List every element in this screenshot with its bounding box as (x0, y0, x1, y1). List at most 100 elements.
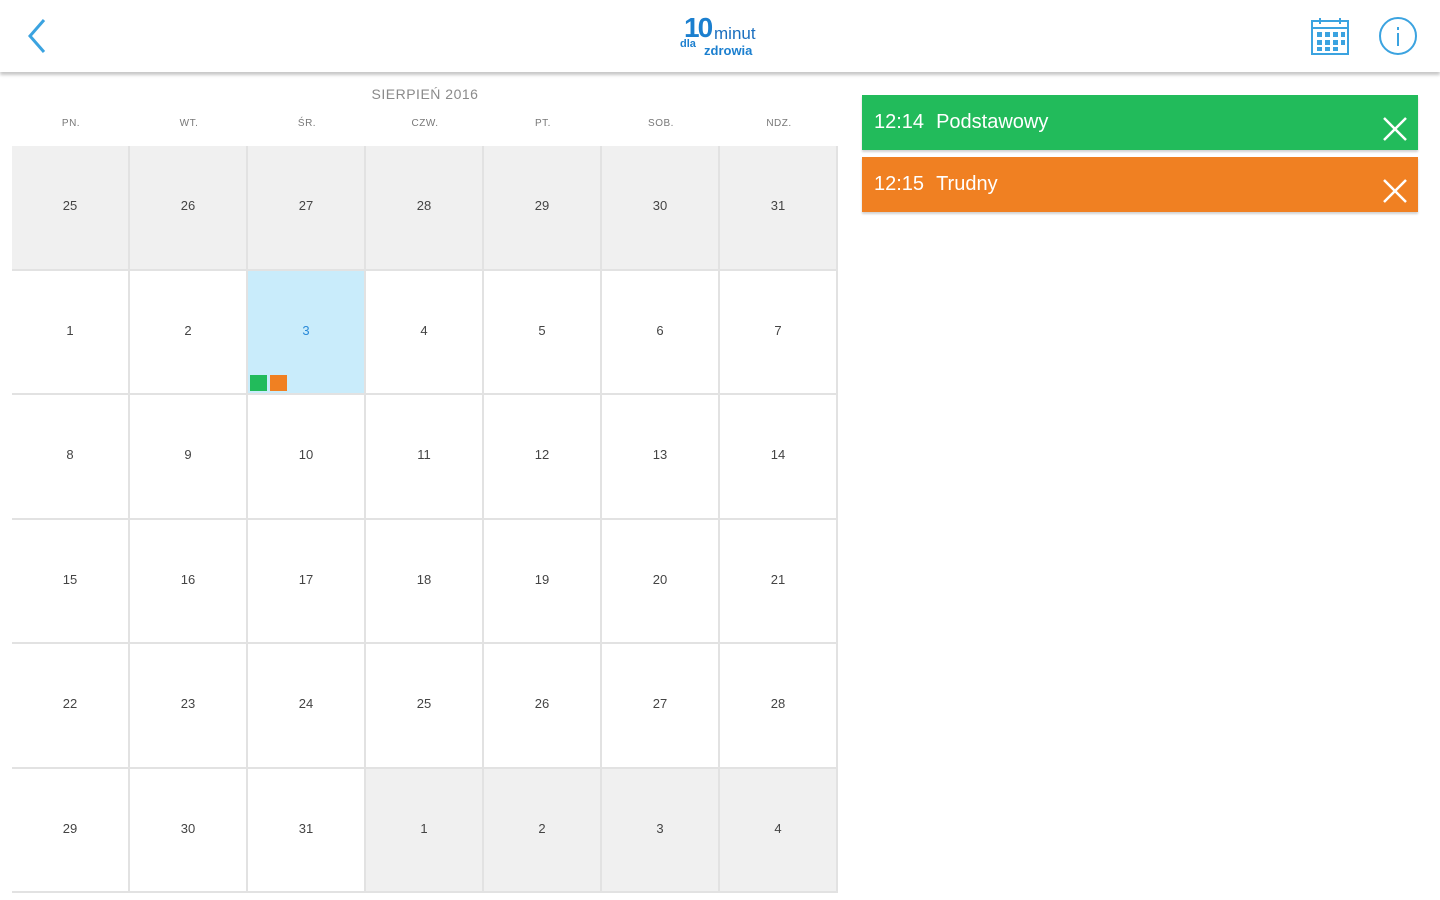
day-cell[interactable]: 28 (720, 644, 838, 769)
day-cell[interactable]: 4 (366, 270, 484, 395)
day-cell[interactable]: 31 (248, 768, 366, 893)
day-cell[interactable]: 1 (366, 768, 484, 893)
event-name: Trudny (936, 173, 998, 195)
day-cell[interactable]: 26 (484, 644, 602, 769)
day-number: 7 (774, 322, 782, 338)
event-name: Podstawowy (936, 111, 1049, 133)
day-number: 12 (534, 447, 550, 462)
weekday-label: SOB. (648, 118, 674, 129)
day-cell[interactable]: 23 (130, 644, 248, 769)
day-cell[interactable]: 16 (130, 519, 248, 644)
day-number: 22 (62, 696, 78, 711)
day-cell[interactable]: 13 (602, 395, 720, 520)
day-number: 27 (298, 198, 314, 213)
logo-zdrowia: zdrowia (704, 43, 753, 58)
day-number: 2 (538, 820, 546, 836)
day-number: 2 (184, 322, 192, 338)
remove-event-button[interactable] (1382, 109, 1408, 141)
day-cell[interactable]: 2 (130, 270, 248, 395)
day-cell[interactable]: 14 (720, 395, 838, 520)
day-number: 16 (180, 571, 196, 587)
calendar-grid: 25 26 27 28 29 30 31 1 2 3 4 5 6 7 8 9 10 11 12 13 14 15 16 17 1… (12, 146, 838, 893)
day-number: 30 (652, 198, 668, 213)
day-number: 1 (66, 322, 74, 338)
day-cell[interactable]: 11 (366, 395, 484, 520)
day-cell[interactable]: 25 (12, 146, 130, 271)
day-cell[interactable]: 29 (484, 146, 602, 271)
day-cell[interactable]: 18 (366, 519, 484, 644)
day-number: 6 (656, 322, 664, 338)
day-number: 28 (416, 198, 432, 213)
day-number: 27 (652, 696, 668, 711)
day-cell[interactable]: 25 (366, 644, 484, 769)
day-number: 25 (62, 198, 78, 213)
info-button[interactable] (1376, 14, 1420, 58)
day-cell[interactable]: 24 (248, 644, 366, 769)
day-cell[interactable]: 22 (12, 644, 130, 769)
day-number: 14 (770, 447, 786, 462)
day-cell[interactable]: 10 (248, 395, 366, 520)
day-number: 24 (298, 696, 314, 711)
day-number: 13 (652, 447, 668, 462)
event-marker (250, 375, 267, 391)
calendar-button[interactable] (1308, 16, 1352, 58)
event-marker (270, 375, 287, 391)
day-cell[interactable]: 27 (248, 146, 366, 271)
day-cell[interactable]: 5 (484, 270, 602, 395)
app-logo: 10 minut dla zdrowia (674, 12, 774, 62)
day-number: 21 (770, 571, 786, 587)
day-number: 5 (538, 322, 546, 338)
event-time: 12:15 (874, 173, 925, 195)
weekday-label: PT. (535, 118, 551, 129)
weekday-label: NDZ. (766, 118, 792, 129)
day-cell[interactable]: 1 (12, 270, 130, 395)
event-item[interactable]: 12:14 Podstawowy (862, 95, 1418, 150)
day-number: 9 (184, 447, 192, 462)
day-cell[interactable]: 12 (484, 395, 602, 520)
day-number: 26 (534, 696, 550, 711)
day-number: 3 (302, 322, 310, 338)
day-number: 17 (298, 571, 314, 587)
day-number: 30 (180, 820, 196, 836)
logo-word: minut (714, 24, 756, 43)
day-cell[interactable]: 9 (130, 395, 248, 520)
day-number: 11 (417, 447, 431, 462)
day-cell[interactable]: 26 (130, 146, 248, 271)
day-cell[interactable]: 31 (720, 146, 838, 271)
event-time: 12:14 (874, 111, 925, 133)
day-number: 19 (534, 571, 550, 587)
day-cell[interactable]: 28 (366, 146, 484, 271)
day-cell[interactable]: 29 (12, 768, 130, 893)
event-item[interactable]: 12:15 Trudny (862, 157, 1418, 212)
day-number: 29 (534, 198, 550, 213)
top-app-bar: 10 minut dla zdrowia (0, 0, 1440, 72)
day-cell[interactable]: 19 (484, 519, 602, 644)
info-icon (1379, 17, 1417, 55)
close-icon (1383, 117, 1407, 141)
day-cell[interactable]: 6 (602, 270, 720, 395)
day-cell[interactable]: 2 (484, 768, 602, 893)
day-number: 8 (66, 447, 74, 462)
weekday-label: WT. (179, 118, 199, 129)
day-cell[interactable]: 3 (602, 768, 720, 893)
chevron-left-icon (28, 19, 46, 53)
day-cell[interactable]: 30 (130, 768, 248, 893)
day-number: 20 (652, 571, 668, 587)
day-cell[interactable]: 17 (248, 519, 366, 644)
day-cell[interactable]: 21 (720, 519, 838, 644)
day-cell[interactable]: 27 (602, 644, 720, 769)
event-list: 12:14 Podstawowy 12:15 Trudny (862, 95, 1418, 219)
day-cell[interactable]: 8 (12, 395, 130, 520)
day-cell-selected[interactable]: 3 (248, 270, 366, 395)
weekday-label: PN. (61, 118, 81, 129)
back-button[interactable] (20, 14, 60, 58)
day-number: 4 (420, 322, 428, 338)
day-cell[interactable]: 20 (602, 519, 720, 644)
remove-event-button[interactable] (1382, 171, 1408, 203)
day-cell[interactable]: 30 (602, 146, 720, 271)
day-cell[interactable]: 7 (720, 270, 838, 395)
day-cell[interactable]: 15 (12, 519, 130, 644)
day-cell[interactable]: 4 (720, 768, 838, 893)
day-number: 15 (62, 571, 78, 587)
day-number: 28 (770, 696, 786, 711)
